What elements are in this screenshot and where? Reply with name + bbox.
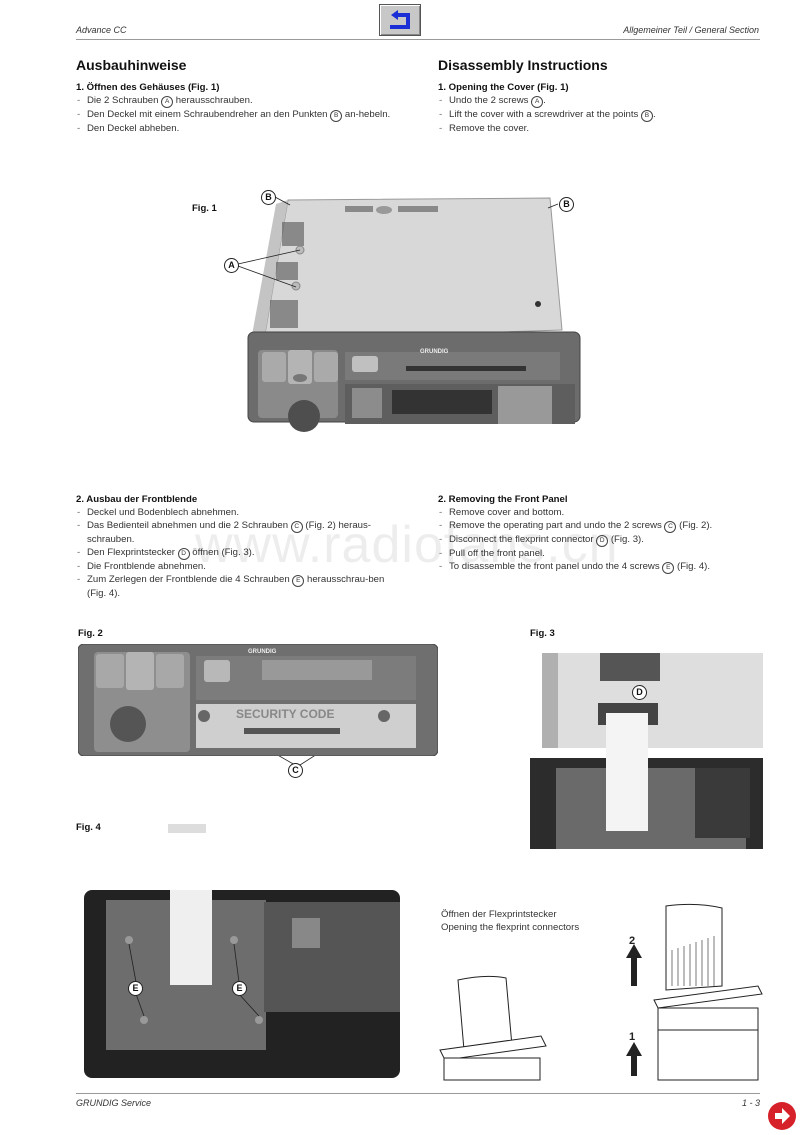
instruction-item: Deckel und Bodenblech abnehmen. <box>76 506 406 519</box>
instruction-item: To disassemble the front panel undo the … <box>438 560 778 574</box>
instruction-item: Zum Zerlegen der Frontblende die 4 Schra… <box>76 573 406 600</box>
reference-marker: D <box>596 535 609 547</box>
german-s2-title: 2. Ausbau der Frontblende <box>76 494 198 505</box>
english-s2-list: Remove cover and bottom. Remove the opera… <box>438 506 778 574</box>
footer-page-number: 1 - 3 <box>742 1098 761 1108</box>
instruction-item: Die Frontblende abnehmen. <box>76 560 406 573</box>
connector-step-2: 2 <box>629 935 635 947</box>
instruction-item: Disconnect the flexprint connector D (Fi… <box>438 533 778 547</box>
instruction-text: Zum Zerlegen der Frontblende die 4 Schra… <box>87 574 293 585</box>
fig2-callout-c: C <box>288 763 303 778</box>
next-page-arrow-icon <box>775 1108 790 1124</box>
english-s2-title: 2. Removing the Front Panel <box>438 494 568 505</box>
instruction-text-suffix: (Fig. 4). <box>674 561 711 572</box>
reference-marker: C <box>290 521 303 533</box>
instruction-text: Den Flexprintstecker <box>87 547 178 558</box>
instruction-text: Pull off the front panel. <box>449 548 545 559</box>
flexprint-connector-diagram: 2 1 <box>439 903 763 1081</box>
instruction-item: Das Bedienteil abnehmen und die 2 Schrau… <box>76 519 406 546</box>
instruction-text: Deckel und Bodenblech abnehmen. <box>87 507 240 518</box>
next-page-button[interactable] <box>768 1102 796 1130</box>
fig2-panel-text: SECURITY CODE <box>236 707 334 721</box>
fig3-callout-d: D <box>632 685 647 700</box>
german-section-2: 2. Ausbau der Frontblende Deckel und Bod… <box>76 493 406 600</box>
instruction-text: Disconnect the flexprint connector <box>449 534 597 545</box>
instruction-item: Den Flexprintstecker D öffnen (Fig. 3). <box>76 546 406 560</box>
reference-marker: E <box>292 575 305 587</box>
instruction-text: Remove cover and bottom. <box>449 507 565 518</box>
fig2-front-panel-photo: SECURITY CODE GRUNDIG <box>78 644 438 756</box>
reference-marker: C <box>664 521 677 533</box>
instruction-text-suffix: öffnen (Fig. 3). <box>189 547 255 558</box>
instruction-text: To disassemble the front panel undo the … <box>449 561 663 572</box>
fig3-label: Fig. 3 <box>530 628 555 639</box>
reference-marker: D <box>177 548 190 560</box>
fig4-thumbnail <box>168 824 206 833</box>
connector-step-1: 1 <box>629 1031 635 1043</box>
instruction-text: Die Frontblende abnehmen. <box>87 561 206 572</box>
fig3-flexprint-photo <box>530 653 763 849</box>
fig4-callout-e-right: E <box>232 981 247 996</box>
fig4-label: Fig. 4 <box>76 822 101 833</box>
english-section-2: 2. Removing the Front Panel Remove cover… <box>438 493 778 574</box>
instruction-text-suffix: (Fig. 3). <box>608 534 644 545</box>
fig4-callout-e-left: E <box>128 981 143 996</box>
instruction-item: Pull off the front panel. <box>438 547 778 560</box>
german-s2-list: Deckel und Bodenblech abnehmen. Das Bedie… <box>76 506 406 600</box>
reference-marker: E <box>662 562 675 574</box>
footer-divider <box>76 1093 760 1094</box>
instruction-text: Remove the operating part and undo the 2… <box>449 520 665 531</box>
fig2-brand: GRUNDIG <box>248 649 277 655</box>
fig2-label: Fig. 2 <box>78 628 103 639</box>
instruction-item: Remove the operating part and undo the 2… <box>438 519 778 533</box>
instruction-text-suffix: (Fig. 2). <box>676 520 713 531</box>
instruction-item: Remove cover and bottom. <box>438 506 778 519</box>
footer-brand: GRUNDIG Service <box>76 1098 152 1108</box>
instruction-text: Das Bedienteil abnehmen und die 2 Schrau… <box>87 520 291 531</box>
